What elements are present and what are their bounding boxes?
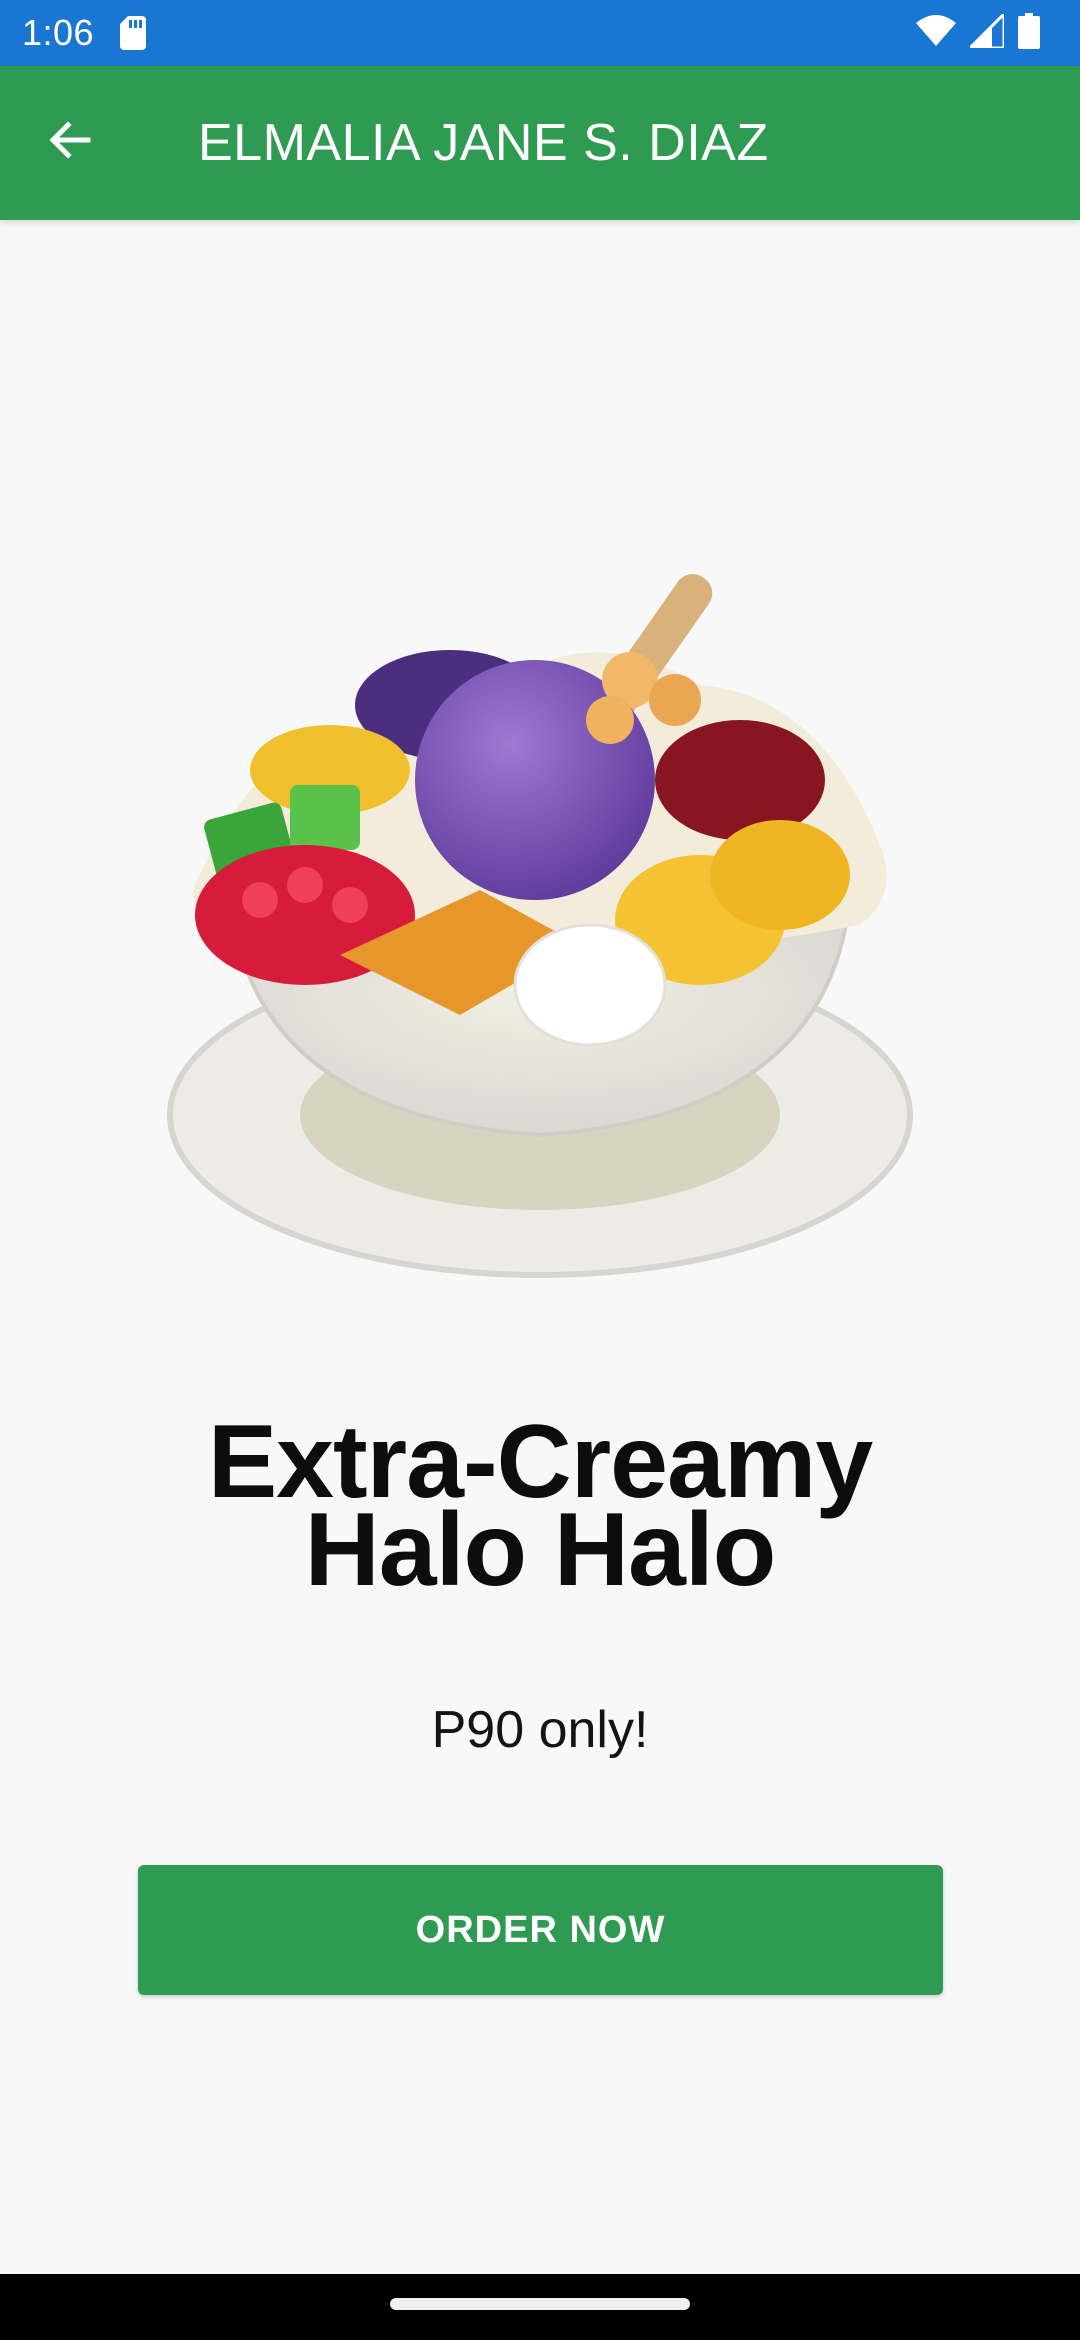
battery-icon (1018, 12, 1040, 54)
product-price: P90 only! (431, 1701, 649, 1759)
app-title: ELMALIA JANE S. DIAZ (198, 114, 769, 172)
arrow-left-icon (46, 116, 94, 169)
wifi-icon (916, 14, 956, 52)
sd-card-icon (120, 16, 146, 50)
product-title: Extra-Creamy Halo Halo (0, 1410, 1080, 1608)
order-now-button[interactable]: ORDER NOW (138, 1865, 943, 1995)
app-bar: ELMALIA JANE S. DIAZ (0, 66, 1080, 220)
status-bar: 1:06 (0, 0, 1080, 66)
halo-halo-dessert-image (140, 515, 940, 1315)
status-time: 1:06 (22, 12, 95, 53)
back-button[interactable] (30, 102, 110, 182)
home-handle[interactable] (390, 2298, 690, 2310)
product-title-line-2: Halo Halo (304, 1492, 777, 1608)
system-nav-bar (0, 2274, 1080, 2340)
signal-icon (966, 9, 1006, 53)
